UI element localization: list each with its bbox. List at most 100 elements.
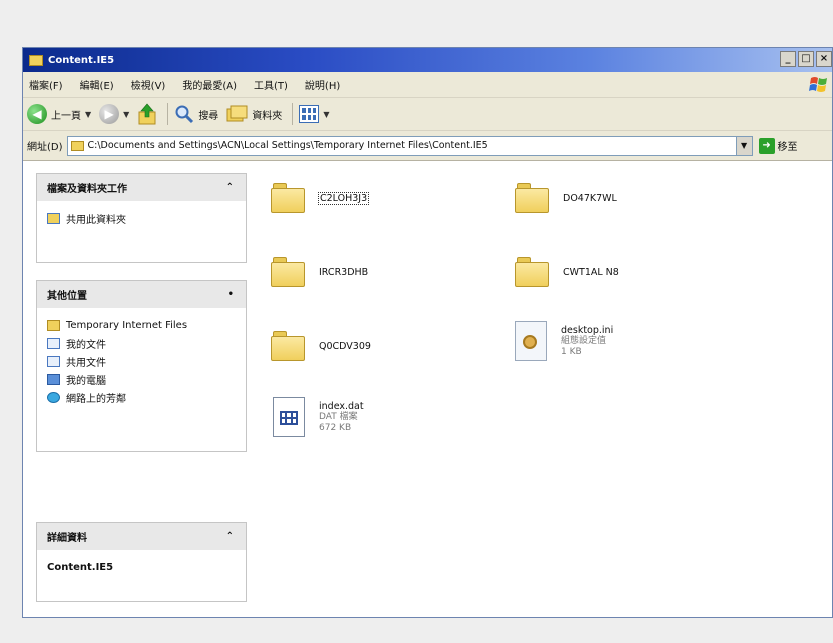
forward-arrow-icon: ▶ bbox=[99, 104, 120, 124]
address-bar: 網址(D) C:\Documents and Settings\ACN\Loca… bbox=[23, 131, 832, 161]
window-controls: _ □ × bbox=[780, 51, 832, 67]
share-folder-icon bbox=[47, 212, 60, 224]
task-share-folder[interactable]: 共用此資料夾 bbox=[47, 209, 236, 227]
collapse-icon[interactable]: • bbox=[228, 289, 234, 300]
folder-name: DO47K7WL bbox=[563, 192, 617, 204]
place-network[interactable]: 網路上的芳鄰 bbox=[47, 388, 236, 406]
file-name: index.dat bbox=[319, 400, 364, 412]
place-shared-documents[interactable]: 共用文件 bbox=[47, 352, 236, 370]
menu-favorites[interactable]: 我的最愛(A) bbox=[182, 77, 237, 92]
folder-icon bbox=[515, 257, 549, 287]
menu-bar: 檔案(F) 編輯(E) 檢視(V) 我的最愛(A) 工具(T) 說明(H) bbox=[23, 72, 832, 98]
search-button[interactable]: 搜尋 bbox=[174, 104, 218, 124]
folder-icon bbox=[47, 319, 60, 331]
folder-item[interactable]: C2LOH3J3 bbox=[271, 183, 370, 213]
minimize-button[interactable]: _ bbox=[780, 51, 796, 67]
up-folder-button[interactable] bbox=[137, 103, 157, 125]
collapse-icon[interactable]: ⌃ bbox=[226, 182, 234, 193]
up-folder-icon bbox=[138, 103, 156, 125]
folder-name: C2LOH3J3 bbox=[317, 191, 370, 205]
collapse-icon[interactable]: ⌃ bbox=[226, 531, 234, 542]
close-button[interactable]: × bbox=[816, 51, 832, 67]
file-size: 1 KB bbox=[561, 346, 582, 357]
go-arrow-icon: ➜ bbox=[758, 137, 775, 154]
other-places-panel: 其他位置 • Temporary Internet Files 我的文件 共用文… bbox=[36, 280, 247, 452]
settings-file-icon bbox=[515, 321, 547, 361]
title-bar[interactable]: Content.IE5 _ □ × bbox=[23, 48, 832, 72]
details-title: 詳細資料 bbox=[47, 533, 87, 544]
chevron-down-icon: ▼ bbox=[85, 109, 92, 119]
search-icon bbox=[175, 105, 194, 124]
file-item-index-dat[interactable]: index.dat DAT 檔案 672 KB bbox=[273, 397, 364, 437]
place-label: 網路上的芳鄰 bbox=[66, 393, 126, 405]
folder-name: CWT1AL N8 bbox=[563, 266, 619, 278]
place-label: 共用文件 bbox=[66, 357, 106, 369]
details-header[interactable]: 詳細資料 ⌃ bbox=[37, 523, 246, 550]
file-tasks-panel: 檔案及資料夾工作 ⌃ 共用此資料夾 bbox=[36, 173, 247, 263]
menu-help[interactable]: 說明(H) bbox=[305, 77, 340, 92]
file-type: DAT 檔案 bbox=[319, 411, 358, 422]
folders-button[interactable]: 資料夾 bbox=[226, 105, 282, 123]
explorer-window: Content.IE5 _ □ × 檔案(F) 編輯(E) 檢視(V) 我的最愛… bbox=[22, 47, 833, 618]
go-button[interactable]: ➜ 移至 bbox=[758, 137, 798, 154]
menu-view[interactable]: 檢視(V) bbox=[131, 77, 166, 92]
chevron-down-icon: ▼ bbox=[123, 109, 130, 119]
file-item-desktop-ini[interactable]: desktop.ini 組態設定值 1 KB bbox=[515, 321, 613, 361]
toolbar-separator bbox=[292, 103, 294, 125]
other-places-title: 其他位置 bbox=[47, 291, 87, 302]
task-label: 共用此資料夾 bbox=[66, 214, 126, 226]
folder-item[interactable]: Q0CDV309 bbox=[271, 331, 371, 361]
address-input[interactable]: C:\Documents and Settings\ACN\Local Sett… bbox=[66, 135, 753, 156]
folder-item[interactable]: IRCR3DHB bbox=[271, 257, 368, 287]
folder-name: Q0CDV309 bbox=[319, 340, 371, 352]
place-label: Temporary Internet Files bbox=[66, 319, 188, 331]
place-my-computer[interactable]: 我的電腦 bbox=[47, 370, 236, 388]
data-file-icon bbox=[273, 397, 305, 437]
folder-item[interactable]: CWT1AL N8 bbox=[515, 257, 619, 287]
place-temporary-internet-files[interactable]: Temporary Internet Files bbox=[47, 316, 236, 334]
folder-icon bbox=[271, 331, 305, 361]
search-label: 搜尋 bbox=[198, 110, 219, 122]
address-dropdown-button[interactable]: ▼ bbox=[735, 136, 752, 155]
file-name: desktop.ini bbox=[561, 324, 614, 336]
network-icon bbox=[47, 391, 60, 403]
file-type: 組態設定值 bbox=[561, 335, 607, 346]
place-label: 我的文件 bbox=[66, 339, 106, 351]
place-label: 我的電腦 bbox=[66, 375, 106, 387]
folders-icon bbox=[226, 105, 248, 122]
back-label: 上一頁 bbox=[51, 110, 81, 122]
toolbar-separator bbox=[167, 103, 169, 125]
folder-item[interactable]: DO47K7WL bbox=[515, 183, 617, 213]
forward-button[interactable]: ▶ ▼ bbox=[99, 104, 129, 124]
other-places-header[interactable]: 其他位置 • bbox=[37, 281, 246, 308]
menu-tools[interactable]: 工具(T) bbox=[254, 77, 288, 92]
back-button[interactable]: ◀ 上一頁 ▼ bbox=[27, 104, 91, 124]
details-panel: 詳細資料 ⌃ Content.IE5 bbox=[36, 522, 247, 602]
menu-file[interactable]: 檔案(F) bbox=[29, 77, 63, 92]
folders-label: 資料夾 bbox=[252, 110, 283, 122]
folder-name: IRCR3DHB bbox=[319, 266, 369, 278]
menu-edit[interactable]: 編輯(E) bbox=[80, 77, 114, 92]
file-tasks-header[interactable]: 檔案及資料夾工作 ⌃ bbox=[37, 174, 246, 201]
shared-documents-icon bbox=[47, 355, 60, 367]
details-name: Content.IE5 bbox=[47, 561, 114, 573]
folder-icon bbox=[271, 183, 305, 213]
task-pane: 檔案及資料夾工作 ⌃ 共用此資料夾 其他位置 • Temporary Inter… bbox=[23, 161, 253, 617]
folder-icon bbox=[70, 140, 84, 151]
toolbar: ◀ 上一頁 ▼ ▶ ▼ 搜尋 資料夾 ▼ bbox=[23, 98, 832, 131]
computer-icon bbox=[47, 373, 60, 385]
maximize-button[interactable]: □ bbox=[798, 51, 814, 67]
views-button[interactable]: ▼ bbox=[299, 105, 329, 123]
folder-icon bbox=[29, 54, 43, 66]
address-path: C:\Documents and Settings\ACN\Local Sett… bbox=[87, 140, 488, 151]
views-icon bbox=[299, 105, 320, 123]
go-label: 移至 bbox=[777, 142, 798, 153]
windows-logo-icon bbox=[809, 77, 827, 92]
file-size: 672 KB bbox=[319, 422, 352, 433]
back-arrow-icon: ◀ bbox=[27, 104, 47, 124]
place-my-documents[interactable]: 我的文件 bbox=[47, 334, 236, 352]
chevron-down-icon: ▼ bbox=[323, 109, 330, 119]
file-tasks-title: 檔案及資料夾工作 bbox=[47, 184, 127, 195]
file-list: C2LOH3J3 DO47K7WL IRCR3DHB CWT1AL N8 Q0C… bbox=[253, 161, 832, 617]
folder-icon bbox=[515, 183, 549, 213]
